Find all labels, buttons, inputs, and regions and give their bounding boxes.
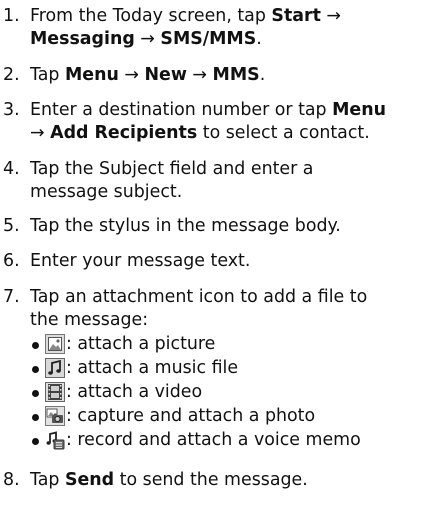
text-run: to send the message. <box>114 470 308 490</box>
step-number: 3. <box>3 100 20 120</box>
bullet-dot <box>32 438 39 445</box>
step-number: 4. <box>3 159 20 179</box>
attachment-label: : capture and attach a photo <box>66 406 316 426</box>
step-text: Enter your message text. <box>30 251 251 271</box>
step-text: Enter a destination number or tap Menu →… <box>30 99 424 145</box>
ui-term-start: Start <box>271 6 321 26</box>
ui-term-new: New <box>144 65 187 85</box>
text-run: to select a contact. <box>197 123 370 143</box>
text-line: Tap an attachment icon to add a file to <box>30 287 368 307</box>
step-number: 1. <box>3 6 20 26</box>
instructions-page: 1. From the Today screen, tap Start → Me… <box>0 0 424 529</box>
step-number: 8. <box>3 470 20 490</box>
arrow: → <box>134 29 161 49</box>
bullet-dot <box>32 342 39 349</box>
text-run: . <box>256 29 262 49</box>
text-line: Tap the Subject field and enter a <box>30 159 314 179</box>
arrow: → <box>30 123 51 143</box>
step-text: Tap the Subject field and enter a message… <box>30 158 424 204</box>
arrow: → <box>118 65 145 85</box>
text-run: . <box>259 65 266 85</box>
video-icon <box>45 382 65 402</box>
music-file-icon <box>45 358 65 378</box>
attachment-label: : record and attach a voice memo <box>66 430 361 450</box>
bullet-dot <box>32 366 39 373</box>
ui-term-messaging: Messaging <box>30 29 135 49</box>
text-line: the message: <box>30 310 149 330</box>
ui-term-add-recipients: Add Recipients <box>50 123 198 143</box>
step-number: 2. <box>3 65 20 85</box>
text-run: From the Today screen, tap <box>30 6 272 26</box>
text-line: message subject. <box>30 182 183 202</box>
step-number: 5. <box>3 216 20 236</box>
arrow: → <box>186 65 213 85</box>
text-run: Tap <box>30 470 65 490</box>
ui-term-menu: Menu <box>64 65 119 85</box>
arrow: → <box>320 6 341 26</box>
voice-memo-icon <box>45 430 65 450</box>
step-number: 6. <box>3 251 20 271</box>
step-text: Tap Send to send the message. <box>30 469 424 492</box>
step-text: From the Today screen, tap Start → Messa… <box>30 5 424 51</box>
bullet-dot <box>32 390 39 397</box>
picture-icon <box>45 334 65 354</box>
ui-term-sms-mms: SMS/MMS <box>160 29 257 49</box>
ui-term-menu: Menu <box>332 100 386 120</box>
bullet-dot <box>32 414 39 421</box>
step-number: 7. <box>3 287 20 307</box>
ui-term-mms: MMS <box>212 65 260 85</box>
attachment-label: : attach a video <box>66 382 203 402</box>
step-text: Tap the stylus in the message body. <box>30 216 341 236</box>
camera-photo-icon <box>45 406 65 426</box>
step-text: Tap an attachment icon to add a file to t… <box>30 286 424 332</box>
attachment-label: : attach a music file <box>66 358 239 378</box>
step-text: Tap Menu → New → MMS. <box>30 64 424 87</box>
ui-term-send: Send <box>64 470 115 490</box>
text-run: Tap <box>30 65 65 85</box>
text-run: Enter a destination number or tap <box>30 100 333 120</box>
attachment-label: : attach a picture <box>66 334 216 354</box>
